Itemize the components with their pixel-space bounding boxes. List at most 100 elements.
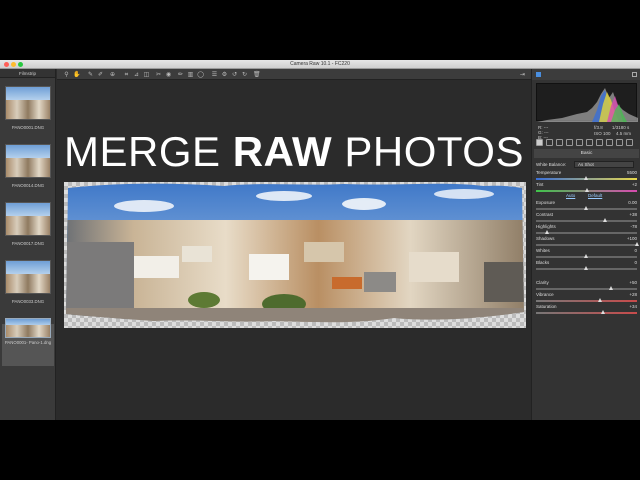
overlay-headline: MERGE RAW PHOTOS [57, 128, 531, 176]
slider-value[interactable]: -78 [630, 224, 637, 229]
histogram [536, 83, 638, 122]
filmstrip-item-name: PANO0017.DNG [11, 241, 45, 246]
slider-value[interactable]: +34 [629, 304, 637, 309]
slider-label: Saturation [536, 304, 557, 309]
slider-label: Clarity [536, 280, 549, 285]
filmstrip-item-name: PANO0014.DNG [11, 183, 45, 188]
settings-icon[interactable]: ⚙ [221, 71, 228, 78]
filmstrip-thumb[interactable] [5, 260, 51, 294]
hand-icon[interactable]: ✋ [73, 71, 80, 78]
rotate-left-icon[interactable]: ↺ [231, 71, 238, 78]
white-balance-select[interactable]: As Shot [574, 161, 634, 168]
slider-handle[interactable] [609, 286, 614, 290]
snapshots-tab-icon[interactable] [626, 139, 633, 146]
slider-label: Temperature [536, 170, 562, 175]
readout-shutter: 1/3180 s [612, 125, 630, 130]
slider-value[interactable]: +50 [629, 280, 637, 285]
filmstrip-thumb-selected[interactable] [5, 318, 51, 338]
image-canvas[interactable]: MERGE RAW PHOTOS [57, 80, 531, 420]
slider-track[interactable] [536, 288, 637, 290]
crop-icon[interactable]: ⌗ [123, 71, 130, 78]
slider-value[interactable]: 5500 [627, 170, 637, 175]
split-toning-tab-icon[interactable] [576, 139, 583, 146]
transform-icon[interactable]: ◫ [143, 71, 150, 78]
tone-curve-tab-icon[interactable] [546, 139, 553, 146]
panorama-preview[interactable] [64, 182, 526, 328]
filmstrip-item-name: PANO0001- Pano-1.dng [4, 340, 52, 345]
readout-focal: 4.5 mm [616, 131, 632, 136]
filmstrip-thumb[interactable] [5, 86, 51, 120]
graduated-filter-icon[interactable]: ▥ [187, 71, 194, 78]
red-eye-icon[interactable]: ◉ [165, 71, 172, 78]
camera-calibration-tab-icon[interactable] [606, 139, 613, 146]
slider-label: Whites [536, 248, 550, 253]
slider-track[interactable] [536, 220, 637, 222]
adjustment-brush-icon[interactable]: ✏ [177, 71, 184, 78]
filmstrip-thumb[interactable] [5, 144, 51, 178]
slider-label: Shadows [536, 236, 555, 241]
camera-raw-window: Camera Raw 10.1 - FC220 Filmstrip PANO00… [0, 60, 640, 420]
slider-handle[interactable] [584, 206, 588, 210]
slider-value[interactable]: 0.00 [628, 200, 637, 205]
slider-handle[interactable] [634, 242, 639, 246]
slider-track[interactable] [536, 312, 637, 314]
headline-part: MERGE [64, 128, 233, 175]
slider-handle[interactable] [598, 298, 603, 302]
lens-tab-icon[interactable] [586, 139, 593, 146]
histogram-graph [537, 88, 638, 122]
slider-track[interactable] [536, 300, 637, 302]
slider-handle[interactable] [584, 266, 588, 270]
adjustments-panel: R: --- G: --- B: --- f/3.8 1/3180 s ISO … [531, 69, 640, 420]
zoom-icon[interactable]: ⚲ [63, 71, 70, 78]
radial-filter-icon[interactable]: ◯ [197, 71, 204, 78]
detail-tab-icon[interactable] [556, 139, 563, 146]
highlight-clipping-icon[interactable] [632, 72, 637, 77]
tools-toolbar: ⚲ ✋ ✎ ✐ ⊕ ⌗ ⊿ ◫ ✂ ◉ ✏ ▥ ◯ ☰ ⚙ ↺ ↻ 🗑 ⇥ [57, 69, 531, 80]
slider-value[interactable]: +100 [627, 236, 637, 241]
toggle-fullscreen-icon[interactable]: ⇥ [519, 71, 526, 78]
filmstrip-thumb[interactable] [5, 202, 51, 236]
readout-aperture: f/3.8 [594, 125, 603, 130]
title-bar: Camera Raw 10.1 - FC220 [0, 60, 640, 69]
slider-label: Vibrance [536, 292, 554, 297]
panel-header [532, 69, 640, 80]
slider-handle[interactable] [601, 310, 606, 314]
slider-value[interactable]: 0 [634, 248, 637, 253]
targeted-adjust-icon[interactable]: ⊕ [109, 71, 116, 78]
spot-removal-icon[interactable]: ✂ [155, 71, 162, 78]
slider-label: Tint [536, 182, 544, 187]
basic-tab-icon[interactable] [536, 139, 543, 146]
shadow-clipping-icon[interactable] [536, 72, 541, 77]
trash-icon[interactable]: 🗑 [253, 71, 261, 78]
slider-value[interactable]: +38 [629, 212, 637, 217]
slider-value[interactable]: +2 [632, 182, 637, 187]
slider-handle[interactable] [603, 218, 608, 222]
slider-handle[interactable] [584, 176, 588, 180]
slider-row: Tint +2 [536, 182, 637, 195]
slider-track[interactable] [536, 244, 637, 246]
slider-value[interactable]: 0 [634, 260, 637, 265]
slider-row: Blacks 0 [536, 260, 637, 273]
letterbox-bottom [0, 420, 640, 480]
effects-tab-icon[interactable] [596, 139, 603, 146]
rotate-right-icon[interactable]: ↻ [241, 71, 248, 78]
slider-handle[interactable] [585, 188, 589, 192]
hsl-tab-icon[interactable] [566, 139, 573, 146]
filmstrip-item-name: PANO0001.DNG [11, 125, 45, 130]
slider-handle[interactable] [584, 254, 588, 258]
panorama-photo [66, 183, 524, 323]
presets-tab-icon[interactable] [616, 139, 623, 146]
color-sampler-icon[interactable]: ✐ [97, 71, 104, 78]
window-title: Camera Raw 10.1 - FC220 [290, 61, 350, 67]
filmstrip-title: Filmstrip [0, 69, 55, 78]
filmstrip-item-name: PANO0033.DNG [11, 299, 45, 304]
slider-label: Blacks [536, 260, 550, 265]
slider-label: Highlights [536, 224, 556, 229]
straighten-icon[interactable]: ⊿ [133, 71, 140, 78]
panel-tabs [534, 139, 639, 147]
slider-value[interactable]: +28 [629, 292, 637, 297]
slider-handle[interactable] [544, 230, 549, 234]
preferences-icon[interactable]: ☰ [211, 71, 218, 78]
white-balance-icon[interactable]: ✎ [87, 71, 94, 78]
slider-track[interactable] [536, 232, 637, 234]
